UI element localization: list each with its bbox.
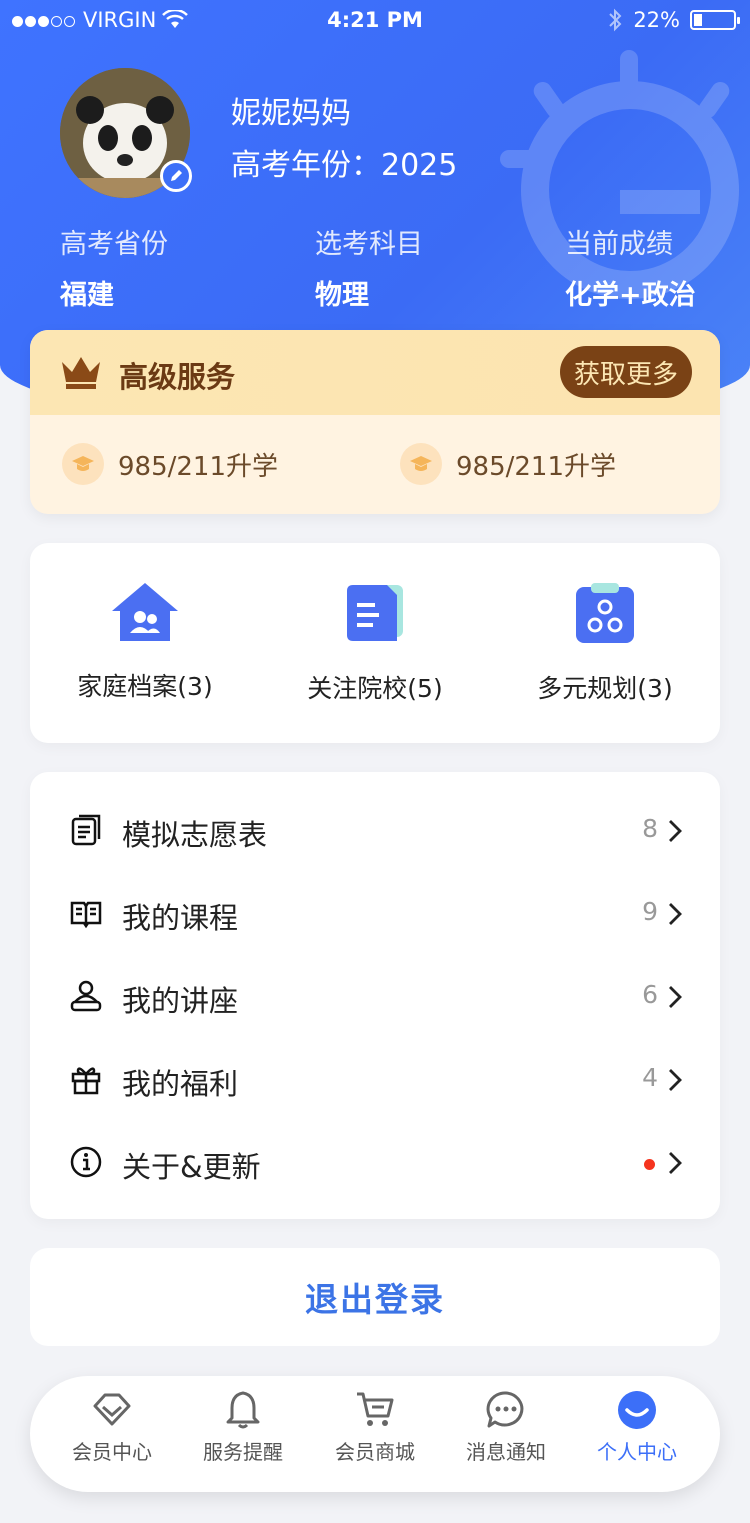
menu-item-about-update[interactable]: 关于&更新 <box>30 1122 720 1205</box>
tab-member-center[interactable]: 会员中心 <box>47 1390 177 1465</box>
info-icon <box>70 1146 102 1178</box>
update-badge-dot <box>644 1159 655 1170</box>
menu-label: 模拟志愿表 <box>122 818 268 852</box>
menu-item-my-lectures[interactable]: 我的讲座 6 <box>30 956 720 1039</box>
menu-item-my-courses[interactable]: 我的课程 9 <box>30 873 720 956</box>
menu-label: 我的福利 <box>122 1067 239 1101</box>
bottom-tab-bar: 会员中心 服务提醒 会员商城 消息通知 个人中心 <box>30 1376 720 1492</box>
chevron-right-icon <box>669 903 682 925</box>
graduation-cap-icon <box>400 443 442 485</box>
chat-icon <box>486 1391 524 1428</box>
menu-card: 模拟志愿表 8 我的课程 9 我的讲座 6 我的福利 4 关于&更新 <box>30 772 720 1219</box>
status-bar: VIRGIN 4:21 PM 22% <box>0 0 750 40</box>
info-label: 高考省份 <box>60 229 168 260</box>
shortcut-label: 多元规划(3) <box>537 674 673 703</box>
tab-label: 会员商城 <box>335 1440 415 1464</box>
shortcut-label: 家庭档案(3) <box>77 672 213 701</box>
diamond-icon <box>93 1393 131 1426</box>
crown-icon <box>62 357 100 389</box>
premium-title: 高级服务 <box>119 360 236 394</box>
edit-avatar-button[interactable] <box>160 160 192 192</box>
info-label: 选考科目 <box>315 229 423 260</box>
graduation-cap-icon <box>62 443 104 485</box>
shortcut-family-archive[interactable]: 家庭档案(3) <box>30 581 260 703</box>
perk-item[interactable]: 985/211升学 <box>62 443 278 485</box>
info-score: 当前成绩 化学+政治 <box>565 222 696 312</box>
info-value: 化学+政治 <box>565 280 696 311</box>
chevron-right-icon <box>669 1069 682 1091</box>
book-icon <box>70 901 102 929</box>
exam-year: 高考年份：2025 <box>231 148 458 183</box>
perk-item[interactable]: 985/211升学 <box>400 443 616 485</box>
document-list-icon <box>71 814 101 846</box>
info-value: 福建 <box>60 280 114 311</box>
shortcut-diverse-planning[interactable]: 多元规划(3) <box>490 581 720 705</box>
chevron-right-icon <box>669 1152 682 1174</box>
info-province: 高考省份 福建 <box>60 222 168 312</box>
menu-label: 我的讲座 <box>122 984 239 1018</box>
shortcuts-card: 家庭档案(3) 关注院校(5) 多元规划(3) <box>30 543 720 743</box>
tab-label: 消息通知 <box>466 1440 546 1464</box>
menu-item-mock-application[interactable]: 模拟志愿表 8 <box>30 790 720 873</box>
menu-label: 我的课程 <box>122 901 239 935</box>
shortcut-label: 关注院校(5) <box>307 674 443 703</box>
menu-count: 8 <box>642 814 658 843</box>
perk-label: 985/211升学 <box>118 451 279 482</box>
menu-count: 9 <box>642 897 658 926</box>
planning-clipboard-icon <box>576 583 634 643</box>
tab-service-reminder[interactable]: 服务提醒 <box>178 1390 308 1465</box>
tab-personal-center[interactable]: 个人中心 <box>572 1390 702 1465</box>
battery-percent: 22% <box>633 8 680 32</box>
tab-label: 个人中心 <box>597 1440 677 1464</box>
info-subject: 选考科目 物理 <box>315 222 423 312</box>
shortcut-followed-schools[interactable]: 关注院校(5) <box>260 581 490 705</box>
info-label: 当前成绩 <box>565 229 673 260</box>
lecture-icon <box>70 980 102 1012</box>
menu-count: 6 <box>642 980 658 1009</box>
premium-service-card: 高级服务 获取更多 985/211升学 985/211升学 <box>30 330 720 514</box>
perk-label: 985/211升学 <box>456 451 617 482</box>
tab-member-mall[interactable]: 会员商城 <box>310 1390 440 1465</box>
tab-label: 服务提醒 <box>203 1440 283 1464</box>
battery-icon <box>690 10 740 30</box>
family-home-icon <box>112 583 178 641</box>
info-value: 物理 <box>315 280 369 311</box>
get-more-button[interactable]: 获取更多 <box>559 346 692 398</box>
tab-messages[interactable]: 消息通知 <box>441 1390 571 1465</box>
pencil-icon <box>171 170 182 181</box>
school-document-icon <box>347 585 403 641</box>
smile-icon <box>618 1391 656 1429</box>
gift-icon <box>71 1067 101 1095</box>
bluetooth-icon <box>609 8 622 32</box>
logout-button[interactable]: 退出登录 <box>30 1248 720 1346</box>
chevron-right-icon <box>669 986 682 1008</box>
menu-label: 关于&更新 <box>122 1150 261 1184</box>
menu-item-my-benefits[interactable]: 我的福利 4 <box>30 1039 720 1122</box>
menu-count: 4 <box>642 1063 658 1092</box>
chevron-right-icon <box>669 820 682 842</box>
user-name: 妮妮妈妈 <box>231 96 351 131</box>
bell-icon <box>226 1391 260 1429</box>
tab-label: 会员中心 <box>72 1440 152 1464</box>
cart-icon <box>357 1392 394 1426</box>
